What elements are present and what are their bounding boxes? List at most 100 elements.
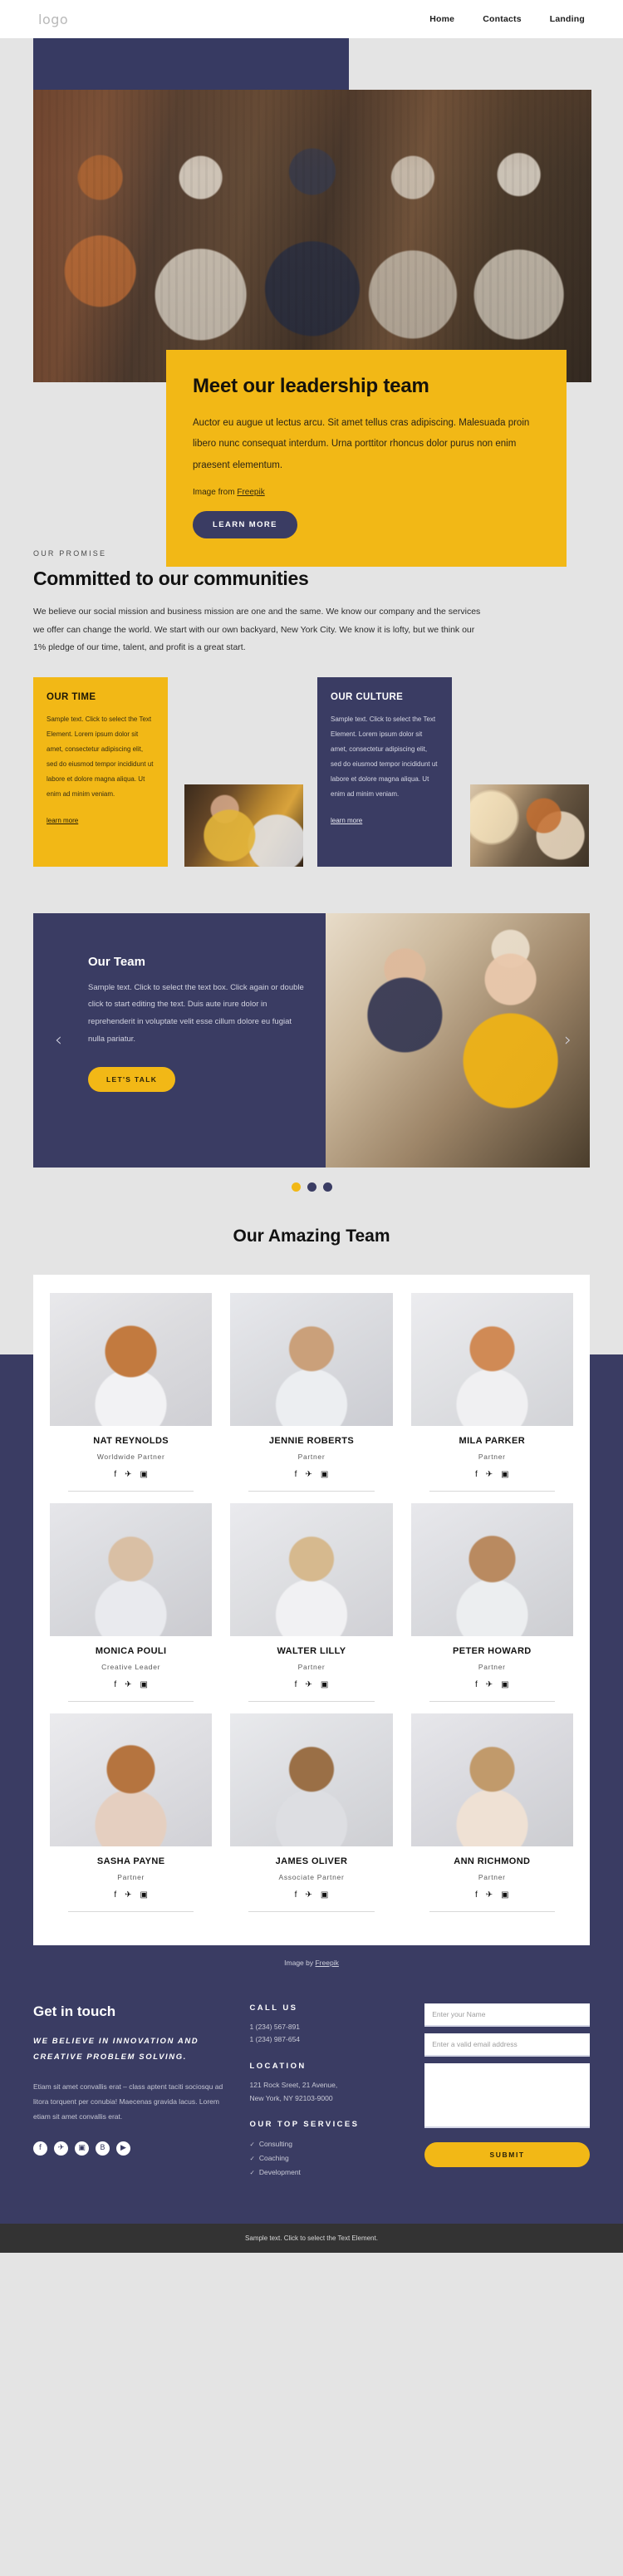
card-our-time-link[interactable]: learn more — [47, 817, 78, 824]
email-input[interactable] — [424, 2033, 590, 2057]
team-member-name: JAMES OLIVER — [275, 1856, 348, 1866]
instagram-icon[interactable]: ▣ — [75, 2141, 89, 2156]
twitter-icon[interactable]: ✈ — [486, 1890, 493, 1900]
team-member-divider — [68, 1490, 194, 1492]
facebook-icon[interactable]: f — [475, 1470, 478, 1479]
nav-item-landing[interactable]: Landing — [550, 14, 585, 24]
facebook-icon[interactable]: f — [114, 1890, 116, 1900]
facebook-icon[interactable]: f — [114, 1470, 116, 1479]
team-slider-section: ‹ › Our Team Sample text. Click to selec… — [0, 912, 623, 1192]
team-member-photo — [230, 1713, 393, 1846]
facebook-icon[interactable]: f — [295, 1470, 297, 1479]
twitter-icon[interactable]: ✈ — [125, 1890, 131, 1900]
footer-call-block: CALL US 1 (234) 567-891 1 (234) 987-654 — [250, 2003, 425, 2047]
twitter-icon[interactable]: ✈ — [54, 2141, 68, 2156]
instagram-icon[interactable]: ▣ — [140, 1680, 148, 1689]
team-member-photo — [230, 1502, 393, 1636]
team-member-name: MILA PARKER — [459, 1435, 526, 1446]
slider-dot-1[interactable] — [291, 1182, 301, 1192]
name-input[interactable] — [424, 2003, 590, 2027]
facebook-icon[interactable]: f — [295, 1890, 297, 1900]
hero-credit-link[interactable]: Freepik — [237, 488, 264, 497]
footer-social-links: f ✈ ▣ В ▶ — [33, 2141, 230, 2156]
nav-item-home[interactable]: Home — [429, 14, 454, 24]
card-our-culture-link[interactable]: learn more — [331, 817, 362, 824]
card-our-culture-body: Sample text. Click to select the Text El… — [331, 715, 438, 798]
team-credit-prefix: Image by — [284, 1958, 316, 1967]
slider-dot-2[interactable] — [307, 1182, 316, 1192]
nav-item-contacts[interactable]: Contacts — [483, 14, 522, 24]
instagram-icon[interactable]: ▣ — [140, 1890, 148, 1900]
team-member-divider — [68, 1910, 194, 1912]
team-member-socials: f ✈ ▣ — [50, 1470, 212, 1479]
instagram-icon[interactable]: ▣ — [501, 1470, 508, 1479]
slider-dot-3[interactable] — [322, 1182, 332, 1192]
twitter-icon[interactable]: ✈ — [305, 1470, 312, 1479]
twitter-icon[interactable]: ✈ — [125, 1680, 131, 1689]
hero-card: Meet our leadership team Auctor eu augue… — [166, 350, 567, 567]
message-textarea[interactable] — [424, 2062, 590, 2128]
team-panel: NAT REYNOLDS Worldwide Partner f ✈ ▣ JENNIE R… — [33, 1274, 590, 1945]
team-member-role: Worldwide Partner — [96, 1452, 165, 1461]
team-member-role: Associate Partner — [278, 1872, 345, 1881]
team-member-socials: f ✈ ▣ — [230, 1890, 392, 1900]
team-member-socials: f ✈ ▣ — [411, 1470, 573, 1479]
facebook-icon[interactable]: f — [33, 2141, 47, 2156]
instagram-icon[interactable]: ▣ — [501, 1890, 508, 1900]
team-member-role: Partner — [478, 1452, 506, 1461]
twitter-icon[interactable]: ✈ — [305, 1890, 312, 1900]
instagram-icon[interactable]: ▣ — [321, 1470, 328, 1479]
team-member-name: MONICA POULI — [95, 1645, 167, 1656]
team-member-card: ANN RICHMOND Partner f ✈ ▣ — [410, 1713, 573, 1924]
team-member-divider — [429, 1910, 555, 1912]
chevron-left-icon[interactable]: ‹ — [55, 1030, 62, 1050]
card-our-time: OUR TIME Sample text. Click to select th… — [33, 676, 168, 867]
team-member-name: ANN RICHMOND — [454, 1856, 531, 1866]
team-member-card: SASHA PAYNE Partner f ✈ ▣ — [50, 1713, 213, 1924]
instagram-icon[interactable]: ▣ — [321, 1890, 328, 1900]
learn-more-button[interactable]: LEARN MORE — [193, 510, 297, 538]
facebook-icon[interactable]: f — [114, 1680, 116, 1689]
team-member-card: PETER HOWARD Partner f ✈ ▣ — [410, 1502, 573, 1713]
footer-title: Get in touch — [33, 2003, 116, 2019]
lets-talk-button[interactable]: LET'S TALK — [88, 1067, 176, 1093]
twitter-icon[interactable]: ✈ — [486, 1470, 493, 1479]
site-header: logo Home Contacts Landing — [0, 0, 623, 38]
twitter-icon[interactable]: ✈ — [486, 1680, 493, 1689]
twitter-icon[interactable]: ✈ — [125, 1470, 131, 1479]
team-member-photo — [50, 1713, 213, 1846]
footer-phone-2[interactable]: 1 (234) 987-654 — [250, 2033, 425, 2047]
site-footer: Get in touch WE BELIEVE IN INNOVATION AN… — [0, 1966, 623, 2225]
team-member-card: WALTER LILLY Partner f ✈ ▣ — [230, 1502, 393, 1713]
facebook-icon[interactable]: f — [475, 1680, 478, 1689]
vk-icon[interactable]: В — [96, 2141, 110, 2156]
team-credit-link[interactable]: Freepik — [315, 1959, 338, 1967]
value-cards-section: OUR TIME Sample text. Click to select th… — [0, 676, 623, 892]
team-member-photo — [50, 1292, 213, 1426]
footer-services-block: OUR TOP SERVICES Consulting Coaching Dev… — [250, 2120, 425, 2179]
slider-photo — [326, 912, 590, 1168]
chevron-right-icon[interactable]: › — [564, 1030, 571, 1050]
logo[interactable]: logo — [38, 12, 68, 27]
team-member-socials: f ✈ ▣ — [411, 1680, 573, 1689]
facebook-icon[interactable]: f — [475, 1890, 478, 1900]
instagram-icon[interactable]: ▣ — [140, 1470, 148, 1479]
youtube-icon[interactable]: ▶ — [116, 2141, 130, 2156]
footer-text: Etiam sit amet convallis erat – class ap… — [33, 2082, 223, 2121]
instagram-icon[interactable]: ▣ — [321, 1680, 328, 1689]
facebook-icon[interactable]: f — [295, 1680, 297, 1689]
bottom-bar: Sample text. Click to select the Text El… — [0, 2224, 623, 2254]
submit-button[interactable]: SUBMIT — [424, 2141, 590, 2167]
slider-dots — [0, 1182, 623, 1192]
footer-location-block: LOCATION 121 Rock Sreet, 21 Avenue, New … — [250, 2062, 425, 2105]
team-member-role: Partner — [478, 1662, 506, 1671]
footer-phone-1[interactable]: 1 (234) 567-891 — [250, 2021, 425, 2034]
team-member-socials: f ✈ ▣ — [50, 1680, 212, 1689]
team-member-card: MILA PARKER Partner f ✈ ▣ — [410, 1292, 573, 1503]
team-member-divider — [68, 1700, 194, 1702]
twitter-icon[interactable]: ✈ — [305, 1680, 312, 1689]
footer-service-consulting: Consulting — [250, 2137, 425, 2151]
team-member-socials: f ✈ ▣ — [230, 1680, 392, 1689]
hero-body: Auctor eu augue ut lectus arcu. Sit amet… — [193, 418, 530, 470]
instagram-icon[interactable]: ▣ — [501, 1680, 508, 1689]
